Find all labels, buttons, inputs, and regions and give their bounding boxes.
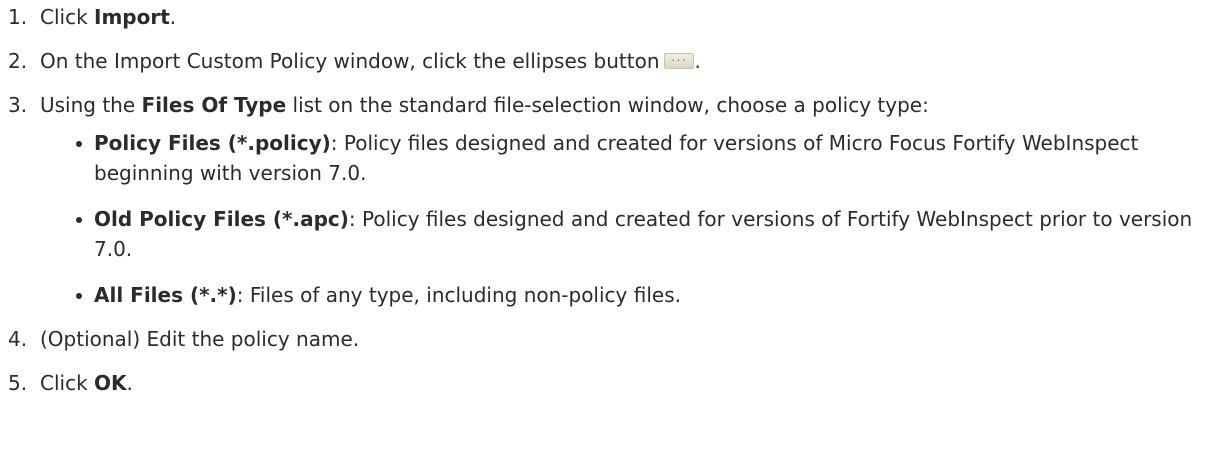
steps-list: 1. Click Import. 2. On the Import Custom P…	[0, 2, 1206, 398]
step-number: 4.	[8, 327, 28, 351]
import-label: Import	[94, 5, 170, 29]
step-5: 5. Click OK.	[0, 368, 1206, 398]
step-number: 3.	[8, 93, 28, 117]
bullet-dot	[76, 293, 82, 299]
file-type-label: Old Policy Files (*.apc)	[94, 207, 349, 231]
file-type-item-policy: Policy Files (*.policy): Policy files de…	[40, 128, 1206, 188]
bullet-dot	[76, 217, 82, 223]
step-text-end: .	[169, 5, 177, 29]
step-4: 4. (Optional) Edit the policy name.	[0, 324, 1206, 354]
step-2: 2. On the Import Custom Policy window, cl…	[0, 46, 1206, 76]
step-text-end: .	[694, 49, 701, 73]
file-type-list: Policy Files (*.policy): Policy files de…	[40, 128, 1206, 310]
file-type-label: All Files (*.*)	[94, 283, 237, 307]
step-text: (Optional) Edit the policy name.	[40, 327, 360, 351]
bullet-dot	[76, 141, 82, 147]
step-number: 1.	[8, 5, 28, 29]
step-number: 5.	[8, 371, 28, 395]
step-text: Using the	[40, 93, 142, 117]
step-text: Click	[40, 371, 95, 395]
step-1: 1. Click Import.	[0, 2, 1206, 32]
step-3: 3. Using the Files Of Type list on the st…	[0, 90, 1206, 310]
file-type-description: : Files of any type, including non-polic…	[236, 283, 681, 307]
step-text: On the Import Custom Policy window, clic…	[40, 49, 660, 73]
file-type-item-apc: Old Policy Files (*.apc): Policy files d…	[40, 204, 1206, 264]
file-type-label: Policy Files (*.policy)	[94, 131, 331, 155]
ok-label: OK	[94, 371, 127, 395]
file-type-item-all: All Files (*.*): Files of any type, incl…	[40, 280, 1206, 310]
step-text-end: list on the standard file-selection wind…	[286, 93, 929, 117]
ellipsis-button-icon: ...	[663, 52, 694, 69]
import-policy-instructions: 1. Click Import. 2. On the Import Custom P…	[0, 0, 1206, 398]
step-number: 2.	[8, 49, 28, 73]
files-of-type-label: Files Of Type	[141, 93, 287, 117]
step-text: Click	[40, 5, 95, 29]
step-text-end: .	[126, 371, 133, 395]
